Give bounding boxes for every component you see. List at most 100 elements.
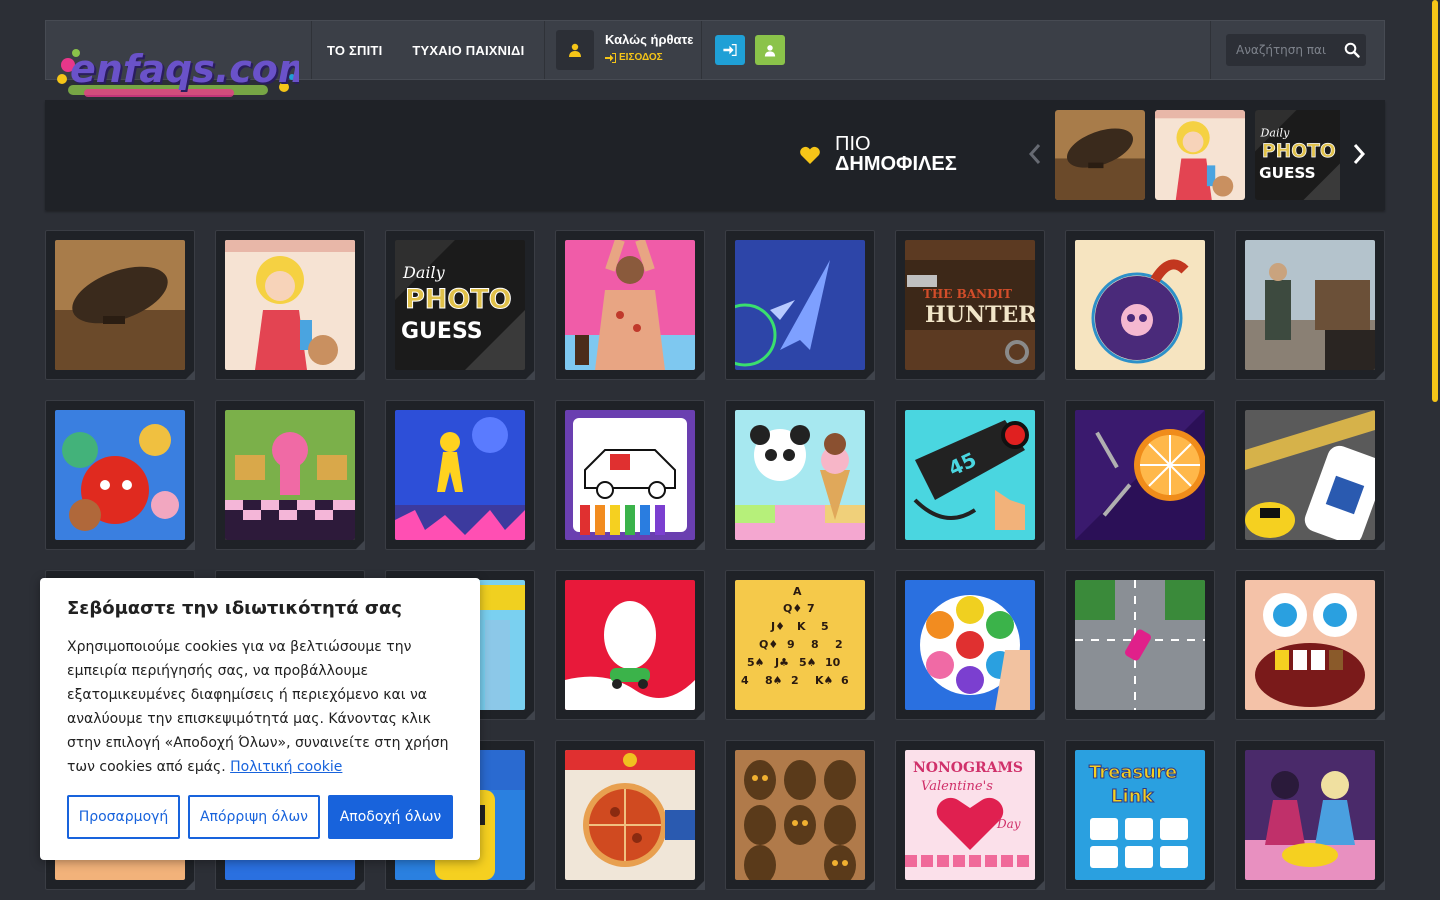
game-thumbnail[interactable] (1075, 410, 1205, 540)
game-card-angry-fruits[interactable] (45, 400, 195, 550)
scrollbar-thumb[interactable] (1432, 0, 1438, 402)
most-popular-strip: ΠΙΟ ΔΗΜΟΦΙΛΕΣ (45, 100, 1385, 210)
game-card-draw-car-45[interactable]: 45 (895, 400, 1045, 550)
game-card-daily-photo-guess[interactable] (385, 230, 535, 380)
game-card-airship[interactable] (45, 230, 195, 380)
card-corner-decoration (865, 710, 875, 720)
card-corner-decoration (1375, 710, 1385, 720)
card-corner-decoration (185, 880, 195, 890)
search-box (1226, 34, 1366, 66)
cookie-policy-link[interactable]: Πολιτική cookie (230, 759, 342, 775)
game-card-car-coloring[interactable] (555, 400, 705, 550)
game-thumbnail[interactable] (395, 410, 525, 540)
game-card-nonograms-valentines[interactable]: NONOGRAMS Valentine's Day (895, 740, 1045, 890)
popular-thumb-cleaning-girl[interactable] (1155, 110, 1245, 200)
login-link[interactable]: ΕΙΣΟΔΟΣ (605, 52, 663, 63)
game-thumbnail[interactable]: 45 (905, 410, 1035, 540)
game-thumbnail[interactable] (1075, 240, 1205, 370)
game-card-pop-it[interactable] (895, 570, 1045, 720)
card-corner-decoration (865, 880, 875, 890)
login-button[interactable] (715, 35, 745, 65)
user-avatar[interactable] (556, 30, 594, 70)
search-icon[interactable] (1344, 42, 1360, 58)
card-corner-decoration (355, 370, 365, 380)
game-card-western-shooter[interactable] (1235, 230, 1385, 380)
game-thumbnail[interactable] (905, 580, 1035, 710)
game-card-crazy-dentist[interactable] (1235, 570, 1385, 720)
main-nav: ΤΟ ΣΠΙΤΙ ΤΥΧΑΙΟ ΠΑΙΧΝΙΔΙ (311, 21, 539, 79)
game-thumbnail[interactable] (735, 410, 865, 540)
game-card-police-car[interactable] (1235, 400, 1385, 550)
chevron-left-icon[interactable] (1027, 142, 1043, 166)
game-card-pizza-maker[interactable] (555, 740, 705, 890)
site-logo[interactable]: enfaqs.com enfaqs.com (54, 39, 319, 105)
game-card-solitaire-cards[interactable]: A Q♦ 7 J♦ K 5 Q♦ 9 8 2 5♠ J♣ 5♠ 10 4 8♠ 2 K♠ 6 (725, 570, 875, 720)
game-thumbnail[interactable] (565, 580, 695, 710)
game-card-space-jet[interactable] (725, 230, 875, 380)
game-card-yellow-runner[interactable] (385, 400, 535, 550)
game-thumbnail[interactable]: A Q♦ 7 J♦ K 5 Q♦ 9 8 2 5♠ J♣ 5♠ 10 4 8♠ 2 K♠ 6 (735, 580, 865, 710)
game-thumbnail[interactable] (565, 240, 695, 370)
game-thumbnail[interactable] (55, 240, 185, 370)
game-thumbnail[interactable] (735, 240, 865, 370)
svg-text:THE BANDIT: THE BANDIT (923, 287, 1012, 301)
game-card-skull-bomb[interactable] (1065, 230, 1215, 380)
chevron-right-icon[interactable] (1351, 142, 1367, 166)
game-card-drift-road[interactable] (1065, 570, 1215, 720)
game-thumbnail[interactable] (1245, 240, 1375, 370)
accept-all-button[interactable]: Αποδοχή όλων (328, 795, 453, 839)
cookie-body: Χρησιμοποιούμε cookies για να βελτιώσουμ… (67, 639, 449, 775)
svg-text:Q♦: Q♦ (783, 602, 802, 615)
svg-text:2: 2 (835, 638, 843, 651)
scrollbar[interactable] (1430, 0, 1440, 900)
game-card-back-doctor[interactable] (555, 230, 705, 380)
nav-home[interactable]: ΤΟ ΣΠΙΤΙ (312, 43, 397, 58)
popular-thumb-airship[interactable] (1055, 110, 1145, 200)
svg-text:6: 6 (841, 674, 849, 687)
card-corner-decoration (695, 540, 705, 550)
svg-text:4: 4 (741, 674, 749, 687)
card-corner-decoration (1035, 540, 1045, 550)
game-card-bandit-hunter[interactable]: THE BANDIT HUNTER (895, 230, 1045, 380)
svg-text:A: A (793, 585, 802, 598)
popular-thumb-daily-photo-guess[interactable] (1255, 110, 1340, 200)
card-corner-decoration (185, 370, 195, 380)
game-thumbnail[interactable]: Treasure Link (1075, 750, 1205, 880)
svg-text:Treasure: Treasure (1089, 762, 1177, 783)
customize-button[interactable]: Προσαρμογή (67, 795, 180, 839)
game-thumbnail[interactable] (395, 240, 525, 370)
game-thumbnail[interactable] (1245, 410, 1375, 540)
game-card-egg-cart[interactable] (555, 570, 705, 720)
reject-all-button[interactable]: Απόρριψη όλων (188, 795, 320, 839)
card-corner-decoration (695, 370, 705, 380)
game-card-tribal-masks[interactable] (725, 740, 875, 890)
game-thumbnail[interactable] (225, 240, 355, 370)
search-input[interactable] (1226, 34, 1331, 66)
game-card-treasure-link[interactable]: Treasure Link (1065, 740, 1215, 890)
cookie-banner: Σεβόμαστε την ιδιωτικότητά σας Χρησιμοπο… (40, 578, 480, 860)
svg-text:Valentine's: Valentine's (921, 779, 993, 794)
card-corner-decoration (1375, 370, 1385, 380)
nav-random-game[interactable]: ΤΥΧΑΙΟ ΠΑΙΧΝΙΔΙ (397, 43, 539, 58)
svg-text:7: 7 (807, 602, 815, 615)
game-card-cleaning-girl[interactable] (215, 230, 365, 380)
game-thumbnail[interactable] (1245, 750, 1375, 880)
game-card-kitchen-girls[interactable] (1235, 740, 1385, 890)
svg-text:10: 10 (825, 656, 841, 669)
game-thumbnail[interactable] (1075, 580, 1205, 710)
game-thumbnail[interactable] (565, 750, 695, 880)
game-thumbnail[interactable] (1245, 580, 1375, 710)
game-thumbnail[interactable]: THE BANDIT HUNTER (905, 240, 1035, 370)
game-thumbnail[interactable] (565, 410, 695, 540)
register-button[interactable] (755, 35, 785, 65)
card-corner-decoration (355, 880, 365, 890)
svg-text:Q♦: Q♦ (759, 638, 778, 651)
game-thumbnail[interactable] (55, 410, 185, 540)
game-thumbnail[interactable]: NONOGRAMS Valentine's Day (905, 750, 1035, 880)
game-thumbnail[interactable] (225, 410, 355, 540)
svg-text:8♠: 8♠ (765, 674, 783, 687)
game-card-panda-ice-cream[interactable] (725, 400, 875, 550)
game-thumbnail[interactable] (735, 750, 865, 880)
game-card-orange-knife[interactable] (1065, 400, 1215, 550)
game-card-pink-girl-room[interactable] (215, 400, 365, 550)
